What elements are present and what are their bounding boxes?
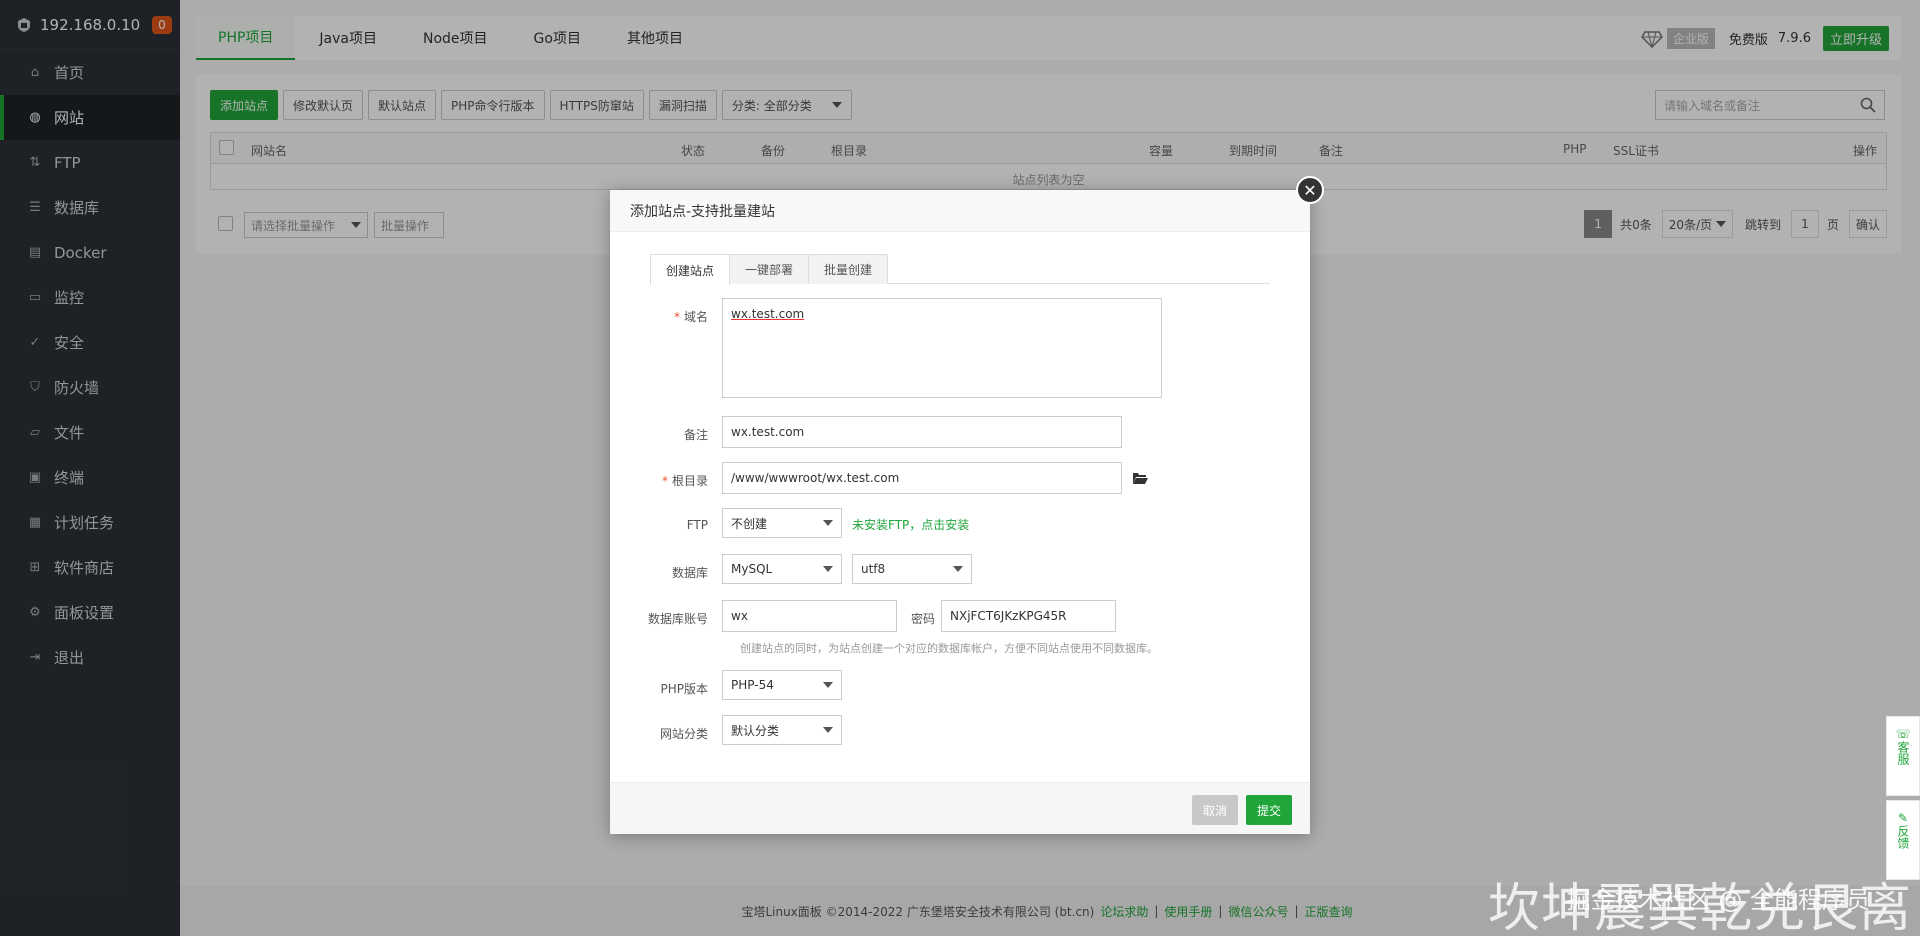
note-label: 备注 (683, 428, 708, 442)
php-row: PHP版本 PHP-54 (610, 670, 842, 700)
tab-one-click-deploy[interactable]: 一键部署 (729, 254, 810, 284)
floating-buttons: ☏ 客服 ✎ 反馈 (1886, 716, 1920, 884)
database-charset-value: utf8 (861, 562, 886, 576)
watermark-subtext: 掘金技术社区 @ 全能程序员 (1566, 886, 1870, 914)
ftp-label: FTP (686, 518, 708, 532)
dialog-footer: 取消 提交 (610, 782, 1310, 834)
dialog-tabs: 创建站点 一键部署 批量创建 (650, 254, 1270, 285)
dialog-title: 添加站点-支持批量建站 (610, 190, 1310, 232)
root-row: * 根目录 /www/wwwroot/wx.test.com (610, 462, 1148, 494)
db-password-input[interactable]: NXjFCT6JKzKPG45R (941, 600, 1116, 632)
cancel-button[interactable]: 取消 (1191, 795, 1238, 825)
php-version-select[interactable]: PHP-54 (722, 670, 842, 700)
headset-icon: ☏ (1895, 727, 1911, 741)
database-type-select[interactable]: MySQL (722, 554, 842, 584)
ftp-row: FTP 不创建 未安装FTP，点击安装 (610, 508, 969, 538)
db-account-input[interactable]: wx (722, 600, 897, 632)
domain-textarea[interactable]: wx.test.com (722, 298, 1162, 398)
install-ftp-link[interactable]: 未安装FTP，点击安装 (852, 508, 969, 533)
customer-service-button[interactable]: ☏ 客服 (1886, 716, 1920, 796)
root-label-text: 根目录 (671, 474, 708, 488)
ftp-select[interactable]: 不创建 (722, 508, 842, 538)
folder-open-icon[interactable] (1132, 471, 1148, 485)
database-row: 数据库 MySQL utf8 (610, 554, 972, 584)
chevron-down-icon (823, 520, 833, 526)
domain-label-text: 域名 (683, 310, 708, 324)
customer-service-label: 客服 (1896, 741, 1910, 765)
site-category-select[interactable]: 默认分类 (722, 715, 842, 745)
edit-icon: ✎ (1897, 811, 1909, 825)
ftp-select-value: 不创建 (731, 516, 768, 531)
db-account-label: 数据库账号 (647, 612, 708, 626)
note-row: 备注 wx.test.com (610, 416, 1122, 448)
root-label: * 根目录 (610, 462, 722, 489)
close-icon[interactable]: ✕ (1296, 176, 1324, 204)
root-dir-input[interactable]: /www/wwwroot/wx.test.com (722, 462, 1122, 494)
tab-batch-create[interactable]: 批量创建 (808, 254, 889, 284)
add-site-dialog: 添加站点-支持批量建站 ✕ 创建站点 一键部署 批量创建 * 域名 wx.test… (610, 176, 1324, 834)
php-version-label: PHP版本 (660, 682, 709, 696)
note-input[interactable]: wx.test.com (722, 416, 1122, 448)
db-account-row: 数据库账号 wx 密码 NXjFCT6JKzKPG45R (610, 600, 1116, 632)
required-mark: * (673, 310, 680, 324)
category-row: 网站分类 默认分类 (610, 715, 842, 745)
site-category-label: 网站分类 (659, 727, 708, 741)
db-hint-text: 创建站点的同时，为站点创建一个对应的数据库帐户，方便不同站点使用不同数据库。 (740, 642, 1158, 655)
database-label: 数据库 (671, 566, 708, 580)
domain-row: * 域名 wx.test.com (610, 298, 1162, 398)
php-version-value: PHP-54 (731, 678, 774, 692)
domain-label: * 域名 (610, 298, 722, 325)
required-mark: * (661, 474, 668, 488)
domain-textarea-value: wx.test.com (731, 307, 805, 321)
chevron-down-icon (823, 682, 833, 688)
site-category-value: 默认分类 (731, 723, 780, 738)
chevron-down-icon (953, 566, 963, 572)
chevron-down-icon (823, 727, 833, 733)
database-charset-select[interactable]: utf8 (852, 554, 972, 584)
submit-button[interactable]: 提交 (1245, 795, 1292, 825)
tab-create-site[interactable]: 创建站点 (650, 254, 731, 285)
chevron-down-icon (823, 566, 833, 572)
database-type-value: MySQL (731, 562, 773, 576)
feedback-label: 反馈 (1896, 825, 1910, 849)
db-password-label: 密码 (910, 612, 935, 626)
